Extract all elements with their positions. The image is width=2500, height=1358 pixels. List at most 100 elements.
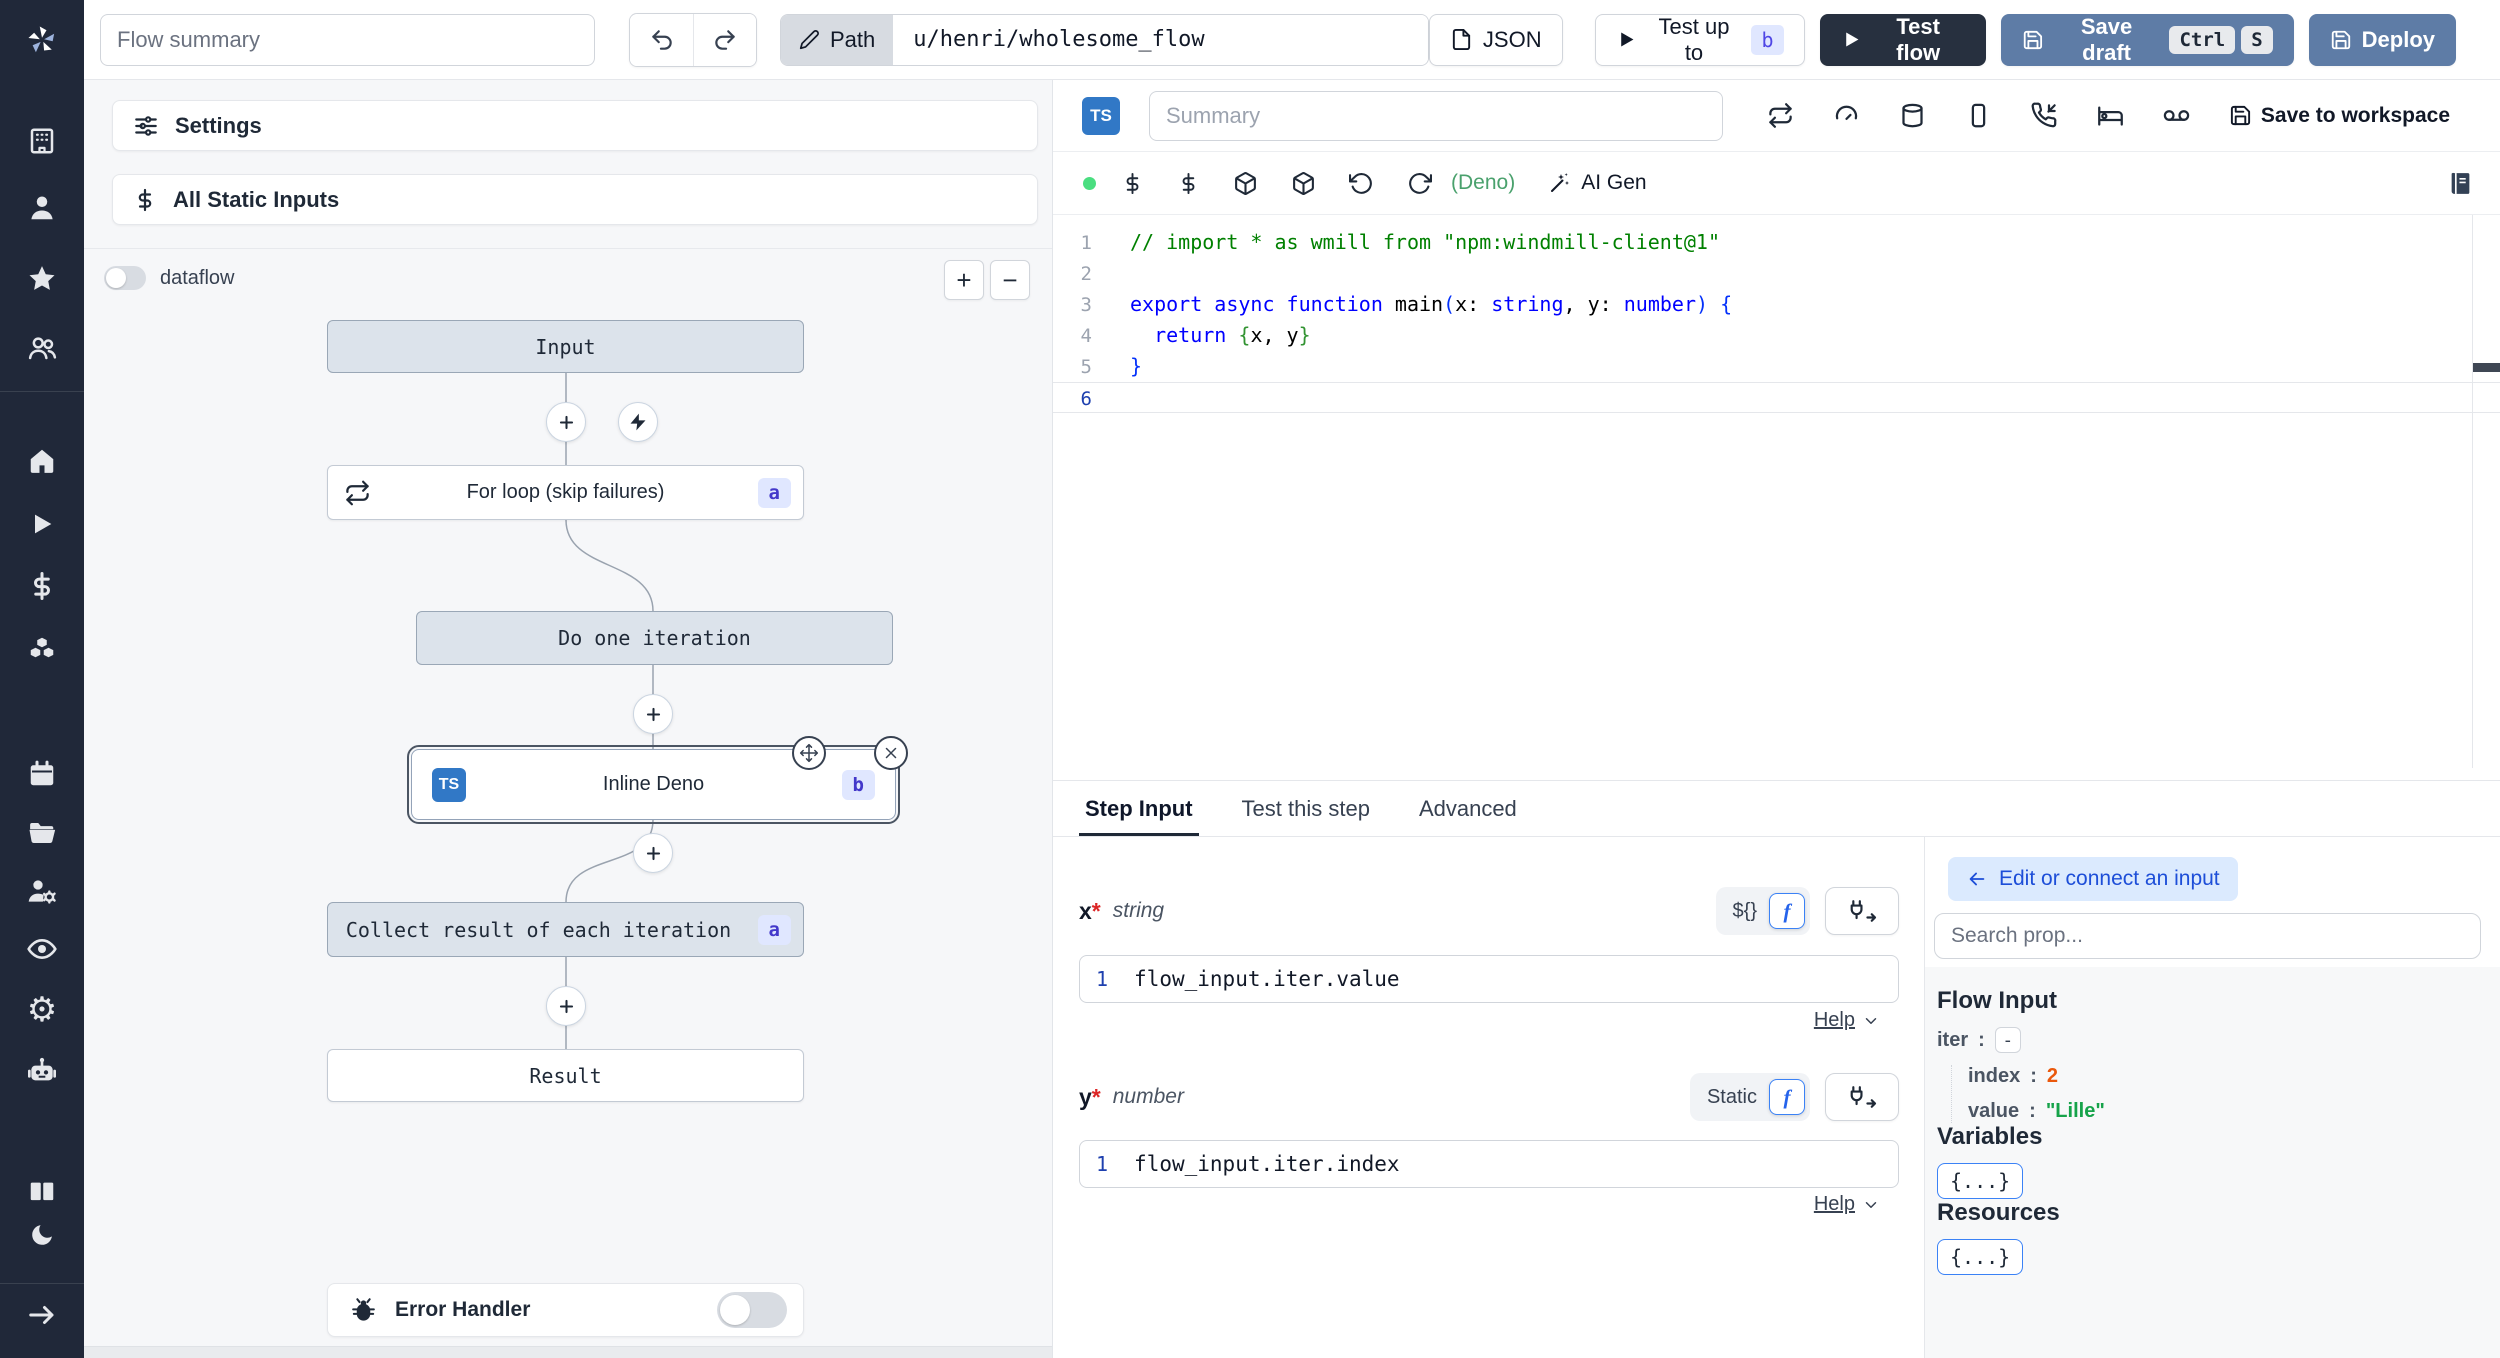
voicemail-icon[interactable] [2163, 102, 2190, 129]
add-step-button[interactable] [633, 833, 673, 873]
audit-eye-icon[interactable] [24, 931, 60, 967]
path-label-wrap: Path [781, 14, 894, 65]
user-icon[interactable] [24, 190, 60, 226]
y-help-link[interactable]: Help [1814, 1193, 1880, 1216]
redo-button[interactable] [693, 13, 756, 66]
suspend-phone-icon[interactable] [2031, 102, 2058, 129]
x-expression-input[interactable]: 1 flow_input.iter.value [1079, 955, 1899, 1003]
path-field[interactable]: Path u/henri/wholesome_flow [780, 13, 1429, 66]
reset-rotate-ccw-icon[interactable] [1349, 171, 1374, 196]
node-do-one-iteration[interactable]: Do one iteration [416, 611, 893, 665]
chevron-down-icon [1865, 1201, 1877, 1208]
plus-icon [646, 846, 660, 860]
resources-expand-button[interactable]: {...} [1937, 1239, 2024, 1275]
trigger-zap-button[interactable] [618, 402, 658, 442]
add-step-button[interactable] [633, 694, 673, 734]
dark-mode-moon-icon[interactable] [24, 1217, 60, 1253]
windmill-logo[interactable] [24, 22, 60, 58]
tab-advanced[interactable]: Advanced [1413, 781, 1523, 836]
prop-key[interactable]: index [1968, 1065, 2020, 1088]
move-step-handle[interactable] [792, 736, 826, 770]
docs-book-icon[interactable] [2448, 171, 2473, 196]
prop-index-row[interactable]: index : 2 [1968, 1065, 2500, 1088]
x-mode-javascript-option[interactable]: f [1769, 893, 1805, 929]
y-connect-input-button[interactable] [1825, 1073, 1899, 1121]
test-flow-button[interactable]: Test flow [1819, 13, 1986, 66]
prop-value-row[interactable]: value : "Lille" [1968, 1100, 2500, 1123]
docs-book-icon[interactable] [24, 1174, 60, 1210]
y-input-mode-toggle[interactable]: Static f [1689, 1073, 1810, 1121]
collapse-button[interactable]: - [1994, 1027, 2021, 1053]
add-step-button[interactable] [546, 402, 586, 442]
undo-button[interactable] [630, 13, 694, 66]
x-help-link[interactable]: Help [1814, 1009, 1880, 1032]
deploy-button[interactable]: Deploy [2308, 13, 2457, 66]
sleep-bed-icon[interactable] [2097, 102, 2124, 129]
node-result[interactable]: Result [327, 1049, 804, 1102]
zoom-in-button[interactable]: + [944, 260, 984, 300]
y-mode-javascript-option[interactable]: f [1769, 1079, 1805, 1115]
variables-expand-button[interactable]: {...} [1937, 1163, 2024, 1199]
code-area[interactable]: 1 // import * as wmill from "npm:windmill… [1053, 215, 2500, 768]
ai-gen-button[interactable]: AI Gen [1548, 171, 1647, 195]
flow-settings-card[interactable]: Settings [112, 100, 1038, 151]
workers-icon[interactable] [24, 873, 60, 909]
edit-or-connect-pill[interactable]: Edit or connect an input [1948, 857, 2238, 901]
delete-step-button[interactable] [874, 736, 908, 770]
prop-key[interactable]: iter [1937, 1029, 1968, 1052]
star-icon[interactable] [24, 260, 60, 296]
node-collect-result[interactable]: Collect result of each iteration a [327, 902, 804, 957]
step-config-panel: Step Input Test this step Advanced x * st… [1053, 780, 2500, 1358]
prop-iter-row[interactable]: iter : - [1937, 1027, 2500, 1053]
dataflow-toggle[interactable] [104, 266, 146, 290]
step-summary-input[interactable] [1149, 90, 1723, 141]
zoom-out-button[interactable]: − [990, 260, 1030, 300]
x-connect-input-button[interactable] [1825, 887, 1899, 935]
cache-database-icon[interactable] [1899, 102, 1926, 129]
folders-icon[interactable] [24, 815, 60, 851]
settings-gear-icon[interactable]: ⚙ [24, 992, 60, 1028]
y-field-row: y * number Static f [1079, 1073, 1899, 1121]
error-handler-toggle[interactable] [717, 1292, 787, 1328]
home-icon[interactable] [24, 443, 60, 479]
test-up-to-button[interactable]: Test up to b [1594, 13, 1805, 66]
x-mode-template-option[interactable]: ${} [1721, 900, 1769, 923]
save-to-workspace-button[interactable]: Save to workspace [2229, 104, 2450, 128]
code-token: string [1491, 292, 1564, 316]
flow-summary-input[interactable] [100, 13, 596, 66]
groups-icon[interactable] [24, 330, 60, 366]
prop-key[interactable]: value [1968, 1100, 2019, 1123]
topbar: Path u/henri/wholesome_flow JSON Test up… [84, 0, 2500, 80]
y-mode-static-option[interactable]: Static [1695, 1086, 1769, 1109]
workspace-icon[interactable] [24, 123, 60, 159]
y-expression-input[interactable]: 1 flow_input.iter.index [1079, 1140, 1899, 1188]
node-inline-deno-selected[interactable]: TS Inline Deno b [407, 736, 908, 824]
variables-icon[interactable] [24, 568, 60, 604]
collapse-sidebar-arrow-icon[interactable] [24, 1297, 60, 1333]
x-input-mode-toggle[interactable]: ${} f [1715, 887, 1810, 935]
concurrency-gauge-icon[interactable] [1833, 102, 1860, 129]
add-step-button[interactable] [546, 986, 586, 1026]
schedules-icon[interactable] [24, 756, 60, 792]
robot-icon[interactable] [24, 1053, 60, 1089]
node-do-one-iteration-label: Do one iteration [558, 626, 751, 650]
retries-repeat-icon[interactable] [1767, 102, 1794, 129]
tab-test-this-step[interactable]: Test this step [1236, 781, 1376, 836]
save-draft-button[interactable]: Save draft Ctrl S [2000, 13, 2294, 66]
search-prop-input[interactable] [1934, 913, 2481, 959]
editor-scrollbar-handle[interactable] [2473, 363, 2500, 372]
all-static-inputs-card[interactable]: All Static Inputs [112, 174, 1038, 225]
json-button[interactable]: JSON [1428, 13, 1563, 66]
runs-icon[interactable] [24, 506, 60, 542]
tab-step-input[interactable]: Step Input [1079, 781, 1199, 836]
node-for-loop[interactable]: For loop (skip failures) a [327, 465, 804, 520]
package-icon[interactable] [1233, 171, 1258, 196]
path-value[interactable]: u/henri/wholesome_flow [893, 14, 1428, 65]
variable-dollar-icon[interactable] [1121, 172, 1144, 195]
resources-icon[interactable] [24, 632, 60, 668]
resource-dollar-icon[interactable] [1177, 172, 1200, 195]
timeout-smartphone-icon[interactable] [1965, 102, 1992, 129]
refresh-icon[interactable] [1407, 171, 1432, 196]
node-input[interactable]: Input [327, 320, 804, 373]
package-icon[interactable] [1291, 171, 1316, 196]
